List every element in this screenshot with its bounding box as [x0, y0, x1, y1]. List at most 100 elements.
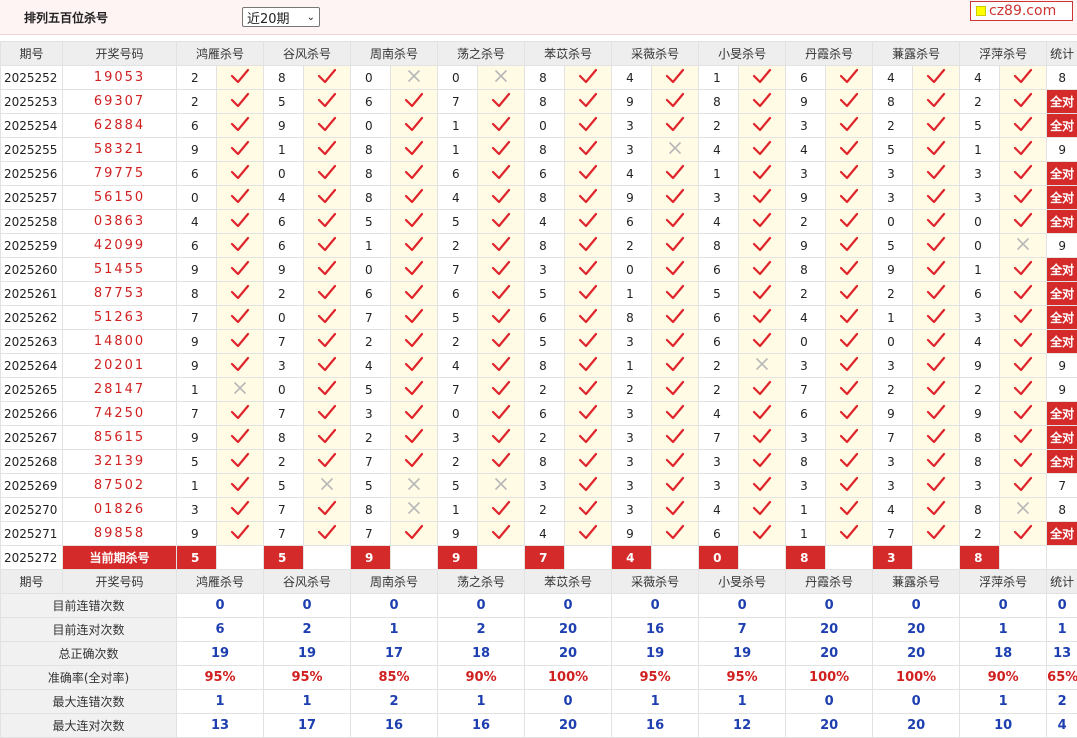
check-icon [391, 522, 438, 546]
check-icon [391, 426, 438, 450]
check-icon [478, 234, 525, 258]
kill-number-cell: 5 [873, 234, 913, 258]
check-icon [739, 66, 786, 90]
kill-number-cell: 4 [699, 138, 739, 162]
kill-number-cell: 7 [438, 90, 478, 114]
check-icon [826, 186, 873, 210]
page-title: 排列五百位杀号 [24, 9, 108, 26]
kill-number-cell: 5 [873, 138, 913, 162]
check-icon [304, 354, 351, 378]
stat-cell: 全对 [1047, 210, 1077, 234]
kill-number-cell: 1 [786, 522, 826, 546]
table-row: 2025263148009722536004全对 [1, 330, 1077, 354]
check-icon [913, 282, 960, 306]
check-icon [826, 258, 873, 282]
kill-number-cell: 2 [438, 234, 478, 258]
kill-number-cell: 2 [525, 378, 565, 402]
summary-value: 1 [351, 618, 438, 642]
kill-number-cell: 9 [786, 234, 826, 258]
summary-value: 85% [351, 666, 438, 690]
kill-number-cell: 6 [525, 402, 565, 426]
kill-number-cell: 5 [960, 114, 1000, 138]
empty-cell [652, 546, 699, 570]
check-icon [913, 426, 960, 450]
current-kill-number: 9 [351, 546, 391, 570]
kill-number-cell: 6 [612, 210, 652, 234]
col-expert-header: 鸿雁杀号 [177, 42, 264, 66]
empty-cell [565, 546, 612, 570]
summary-value: 20 [873, 642, 960, 666]
summary-label: 目前连对次数 [1, 618, 177, 642]
period-select[interactable]: 近20期 ⌄ [242, 7, 320, 27]
cross-icon [478, 474, 525, 498]
kill-number-cell: 8 [699, 234, 739, 258]
kill-number-cell: 9 [177, 330, 217, 354]
check-icon [304, 306, 351, 330]
check-icon [565, 282, 612, 306]
check-icon [652, 282, 699, 306]
kill-number-cell: 7 [699, 426, 739, 450]
kill-number-cell: 1 [612, 282, 652, 306]
check-icon [565, 450, 612, 474]
summary-value: 0 [438, 594, 525, 618]
current-issue-cell: 2025272 [1, 546, 63, 570]
draw-number-cell: 03863 [63, 210, 177, 234]
kill-number-cell: 8 [525, 234, 565, 258]
kill-number-cell: 6 [438, 162, 478, 186]
kill-number-cell: 3 [264, 354, 304, 378]
check-icon [1000, 306, 1047, 330]
site-logo[interactable]: cz89.com [970, 1, 1073, 21]
kill-number-cell: 1 [177, 474, 217, 498]
issue-cell: 2025253 [1, 90, 63, 114]
kill-number-cell: 6 [699, 522, 739, 546]
check-icon [217, 234, 264, 258]
summary-value: 16 [612, 618, 699, 642]
kill-number-cell: 3 [612, 330, 652, 354]
check-icon [1000, 450, 1047, 474]
kill-number-cell: 2 [699, 378, 739, 402]
kill-number-cell: 2 [960, 522, 1000, 546]
kill-number-cell: 2 [699, 354, 739, 378]
kill-number-cell: 4 [873, 498, 913, 522]
check-icon [913, 210, 960, 234]
cross-icon [391, 498, 438, 522]
check-icon [1000, 90, 1047, 114]
summary-value: 2 [264, 618, 351, 642]
cross-icon [739, 354, 786, 378]
kill-number-cell: 4 [438, 186, 478, 210]
kill-number-cell: 1 [438, 114, 478, 138]
check-icon [1000, 66, 1047, 90]
check-icon [565, 522, 612, 546]
table-row: 20252700182637812341488 [1, 498, 1077, 522]
stat-cell: 全对 [1047, 186, 1077, 210]
check-icon [304, 450, 351, 474]
check-icon [1000, 474, 1047, 498]
check-icon [739, 162, 786, 186]
empty-cell [217, 546, 264, 570]
summary-value: 20 [873, 714, 960, 738]
check-icon [913, 498, 960, 522]
summary-row: 目前连错次数00000000000 [1, 594, 1077, 618]
summary-value: 0 [873, 690, 960, 714]
summary-value: 0 [525, 594, 612, 618]
stat-cell: 全对 [1047, 258, 1077, 282]
kill-number-cell: 8 [960, 450, 1000, 474]
check-icon [652, 378, 699, 402]
check-icon [739, 306, 786, 330]
check-icon [739, 474, 786, 498]
kill-number-cell: 4 [699, 210, 739, 234]
check-icon [478, 90, 525, 114]
check-icon [739, 522, 786, 546]
check-icon [565, 234, 612, 258]
summary-value: 19 [699, 642, 786, 666]
kill-number-cell: 7 [351, 522, 391, 546]
summary-value: 1 [960, 690, 1047, 714]
check-icon [913, 330, 960, 354]
issue-cell: 2025263 [1, 330, 63, 354]
table-subheader: 期号开奖号码鸿雁杀号谷风杀号周南杀号荡之杀号苯苡杀号采薇杀号小旻杀号丹霞杀号蒹露… [1, 570, 1077, 594]
kill-number-cell: 3 [612, 474, 652, 498]
kill-number-cell: 3 [612, 498, 652, 522]
kill-number-cell: 5 [525, 330, 565, 354]
top-bar: 排列五百位杀号 近20期 ⌄ cz89.com [0, 0, 1077, 35]
kill-number-table: 期号开奖号码鸿雁杀号谷风杀号周南杀号荡之杀号苯苡杀号采薇杀号小旻杀号丹霞杀号蒹露… [0, 41, 1077, 738]
